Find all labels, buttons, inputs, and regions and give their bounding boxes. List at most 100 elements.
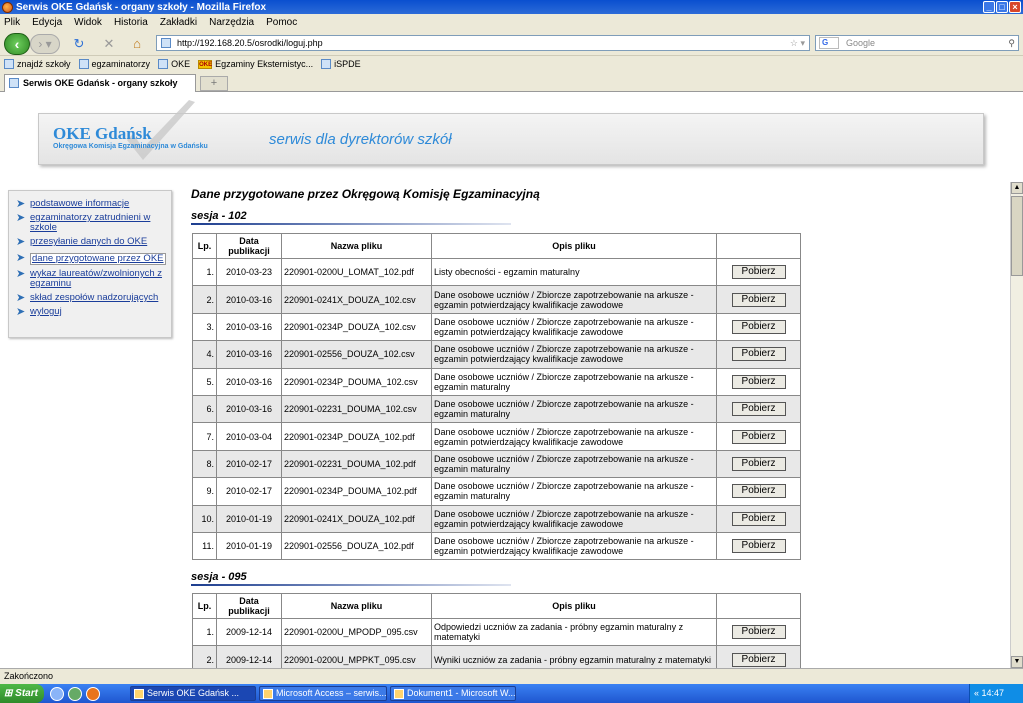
desktop-quicklaunch-icon[interactable] xyxy=(68,686,82,701)
download-button[interactable]: Pobierz xyxy=(731,539,786,554)
row-date: 2009-12-14 xyxy=(216,617,282,647)
start-button[interactable]: ⊞ Start xyxy=(0,684,44,703)
menu-help[interactable]: Pomoc xyxy=(266,17,297,28)
row-action: Pobierz xyxy=(716,531,801,561)
download-button[interactable]: Pobierz xyxy=(731,265,786,280)
firefox-icon xyxy=(134,689,144,699)
column-header-action xyxy=(716,233,801,259)
download-button[interactable]: Pobierz xyxy=(731,292,786,307)
search-icon[interactable]: ⚲ xyxy=(1008,36,1015,50)
menu-file[interactable]: Plik xyxy=(4,17,20,28)
sidebar-item-examiners[interactable]: ➤ egzaminatorzy zatrudnieni w szkole xyxy=(9,213,171,233)
row-description: Odpowiedzi uczniów za zadania - próbny e… xyxy=(431,617,717,647)
ie-quicklaunch-icon[interactable] xyxy=(50,686,64,701)
bookmark-item[interactable]: znajdź szkoły xyxy=(4,59,71,69)
stop-icon[interactable]: ✕ xyxy=(100,35,118,53)
bookmark-item[interactable]: OKE xyxy=(158,59,190,69)
row-description: Dane osobowe uczniów / Zbiorcze zapotrze… xyxy=(431,367,717,396)
table-row: 1. 2009-12-14 220901-0200U_MPODP_095.csv Od… xyxy=(192,617,801,647)
download-button[interactable]: Pobierz xyxy=(731,652,786,667)
download-button[interactable]: Pobierz xyxy=(731,347,786,362)
url-bar[interactable]: http://192.168.20.5/osrodki/loguj.php ☆ … xyxy=(156,35,810,51)
row-action: Pobierz xyxy=(716,394,801,424)
menu-history[interactable]: Historia xyxy=(114,17,148,28)
table-row: 10. 2010-01-19 220901-0241X_DOUZA_102.pdf D… xyxy=(192,504,801,533)
google-icon[interactable]: G xyxy=(819,37,839,49)
row-action: Pobierz xyxy=(716,367,801,396)
row-filename: 220901-0200U_LOMAT_102.pdf xyxy=(281,257,432,287)
row-number: 4. xyxy=(192,340,217,369)
bookmark-item[interactable]: OKE Egzaminy Eksternistyc... xyxy=(198,59,313,69)
minimize-button[interactable]: _ xyxy=(983,1,995,13)
scroll-thumb[interactable] xyxy=(1011,196,1023,276)
download-button[interactable]: Pobierz xyxy=(731,484,786,499)
site-favicon-icon xyxy=(161,38,171,48)
row-date: 2010-01-19 xyxy=(216,531,282,561)
row-date: 2010-03-23 xyxy=(216,257,282,287)
word-icon xyxy=(394,689,404,699)
arrow-icon: ➤ xyxy=(16,236,26,248)
close-button[interactable]: × xyxy=(1009,1,1021,13)
sidebar-item-laureates[interactable]: ➤ wykaz laureatów/zwolnionych z egzaminu xyxy=(9,269,171,289)
download-button[interactable]: Pobierz xyxy=(731,374,786,389)
sidebar-item-oke-data[interactable]: ➤ dane przygotowane przez OKE xyxy=(9,253,171,265)
logo-title: OKE Gdańsk xyxy=(53,124,152,143)
download-button[interactable]: Pobierz xyxy=(731,319,786,334)
download-button[interactable]: Pobierz xyxy=(731,402,786,417)
taskbar-item-word[interactable]: Dokument1 - Microsoft W... xyxy=(390,686,516,701)
row-action: Pobierz xyxy=(716,285,801,314)
table-header-row: Lp. Data publikacji Nazwa pliku Opis pli… xyxy=(192,233,801,259)
row-date: 2010-03-16 xyxy=(216,394,282,424)
row-number: 7. xyxy=(192,422,217,451)
taskbar-item-firefox[interactable]: Serwis OKE Gdańsk ... xyxy=(130,686,256,701)
navigation-toolbar: ‹ › ▾ ↻ ✕ ⌂ http://192.168.20.5/osrodki/… xyxy=(0,30,1023,56)
new-tab-button[interactable]: + xyxy=(200,76,228,91)
arrow-icon: ➤ xyxy=(16,252,26,264)
row-number: 3. xyxy=(192,312,217,342)
menu-view[interactable]: Widok xyxy=(74,17,102,28)
table-row: 1. 2010-03-23 220901-0200U_LOMAT_102.pdf Li… xyxy=(192,257,801,287)
row-date: 2010-02-17 xyxy=(216,449,282,479)
row-description: Dane osobowe uczniów / Zbiorcze zapotrze… xyxy=(431,477,717,506)
page-title: Dane przygotowane przez Okręgową Komisję… xyxy=(191,187,540,201)
back-button[interactable]: ‹ xyxy=(4,33,30,55)
download-button[interactable]: Pobierz xyxy=(731,625,786,640)
column-header-desc: Opis pliku xyxy=(431,233,717,259)
tab-active[interactable]: Serwis OKE Gdańsk - organy szkoły xyxy=(4,74,196,92)
scroll-down-icon[interactable]: ▼ xyxy=(1011,656,1023,668)
search-input[interactable]: G Google ⚲ xyxy=(815,35,1019,51)
download-button[interactable]: Pobierz xyxy=(731,456,786,471)
table-body: 1. 2009-12-14 220901-0200U_MPODP_095.csv Od… xyxy=(192,617,801,668)
bookmark-star-icon[interactable]: ☆ ▾ xyxy=(790,36,805,50)
scroll-up-icon[interactable]: ▲ xyxy=(1011,182,1023,194)
row-description: Dane osobowe uczniów / Zbiorcze zapotrze… xyxy=(431,285,717,314)
sidebar-item-basic-info[interactable]: ➤ podstawowe informacje xyxy=(9,199,171,210)
row-description: Wyniki uczniów za zadania - próbny egzam… xyxy=(431,645,717,668)
download-button[interactable]: Pobierz xyxy=(731,429,786,444)
oke-logo-icon: OKE xyxy=(198,59,213,69)
bookmark-item[interactable]: iSPDE xyxy=(321,59,361,69)
menu-tools[interactable]: Narzędzia xyxy=(209,17,254,28)
table-row: 5. 2010-03-16 220901-0234P_DOUMA_102.csv Da… xyxy=(192,367,801,396)
download-button[interactable]: Pobierz xyxy=(731,511,786,526)
row-number: 2. xyxy=(192,645,217,668)
arrow-icon: ➤ xyxy=(16,306,26,318)
maximize-button[interactable]: □ xyxy=(996,1,1008,13)
row-description: Dane osobowe uczniów / Zbiorcze zapotrze… xyxy=(431,340,717,369)
row-action: Pobierz xyxy=(716,340,801,369)
menu-edit[interactable]: Edycja xyxy=(32,17,62,28)
firefox-quicklaunch-icon[interactable] xyxy=(86,686,100,701)
taskbar-item-access[interactable]: Microsoft Access – serwis... xyxy=(259,686,387,701)
menu-bookmarks[interactable]: Zakładki xyxy=(160,17,197,28)
vertical-scrollbar[interactable]: ▲ ▼ xyxy=(1010,182,1023,668)
sidebar-item-logout[interactable]: ➤ wyloguj xyxy=(9,306,171,318)
row-filename: 220901-02556_DOUZA_102.csv xyxy=(281,340,432,369)
forward-button[interactable]: › ▾ xyxy=(30,34,60,54)
sidebar-item-supervisors[interactable]: ➤ skład zespołów nadzorujących xyxy=(9,292,171,304)
status-text: Zakończono xyxy=(4,671,54,681)
bookmark-item[interactable]: egzaminatorzy xyxy=(78,59,150,69)
sidebar-item-send-data[interactable]: ➤ przesyłanie danych do OKE xyxy=(9,236,171,248)
reload-icon[interactable]: ↻ xyxy=(70,35,88,53)
arrow-icon: ➤ xyxy=(16,292,26,304)
home-icon[interactable]: ⌂ xyxy=(128,35,146,53)
